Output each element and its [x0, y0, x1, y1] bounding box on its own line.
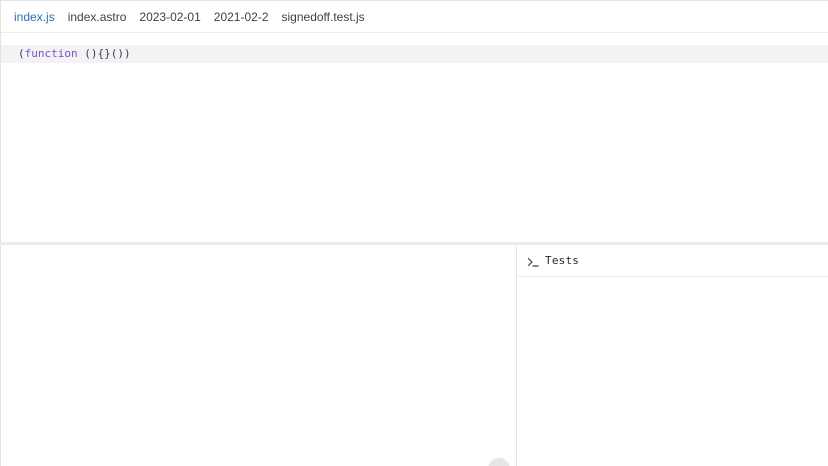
editor-tab-bar: index.js index.astro 2023-02-01 2021-02-… — [1, 1, 828, 33]
code-rest: (){}()) — [77, 47, 131, 60]
code-open-paren: ( — [18, 47, 25, 60]
preview-panel — [0, 245, 517, 466]
tests-title: Tests — [545, 254, 580, 267]
code-editor: index.js index.astro 2023-02-01 2021-02-… — [0, 0, 828, 242]
terminal-icon — [527, 255, 539, 267]
app-window: index.js index.astro 2023-02-01 2021-02-… — [0, 0, 828, 466]
tests-header: Tests — [517, 245, 828, 277]
tab-index-js[interactable]: index.js — [14, 1, 55, 33]
tab-index-astro[interactable]: index.astro — [68, 1, 127, 33]
tab-2023-02-01[interactable]: 2023-02-01 — [139, 1, 200, 33]
tab-2021-02-2[interactable]: 2021-02-2 — [214, 1, 269, 33]
code-keyword: function — [24, 47, 78, 60]
code-area[interactable]: (function (){}()) — [1, 45, 828, 63]
tab-signedoff-test-js[interactable]: signedoff.test.js — [282, 1, 365, 33]
tests-panel: Tests — [517, 245, 828, 466]
code-line[interactable]: (function (){}()) — [1, 45, 828, 63]
